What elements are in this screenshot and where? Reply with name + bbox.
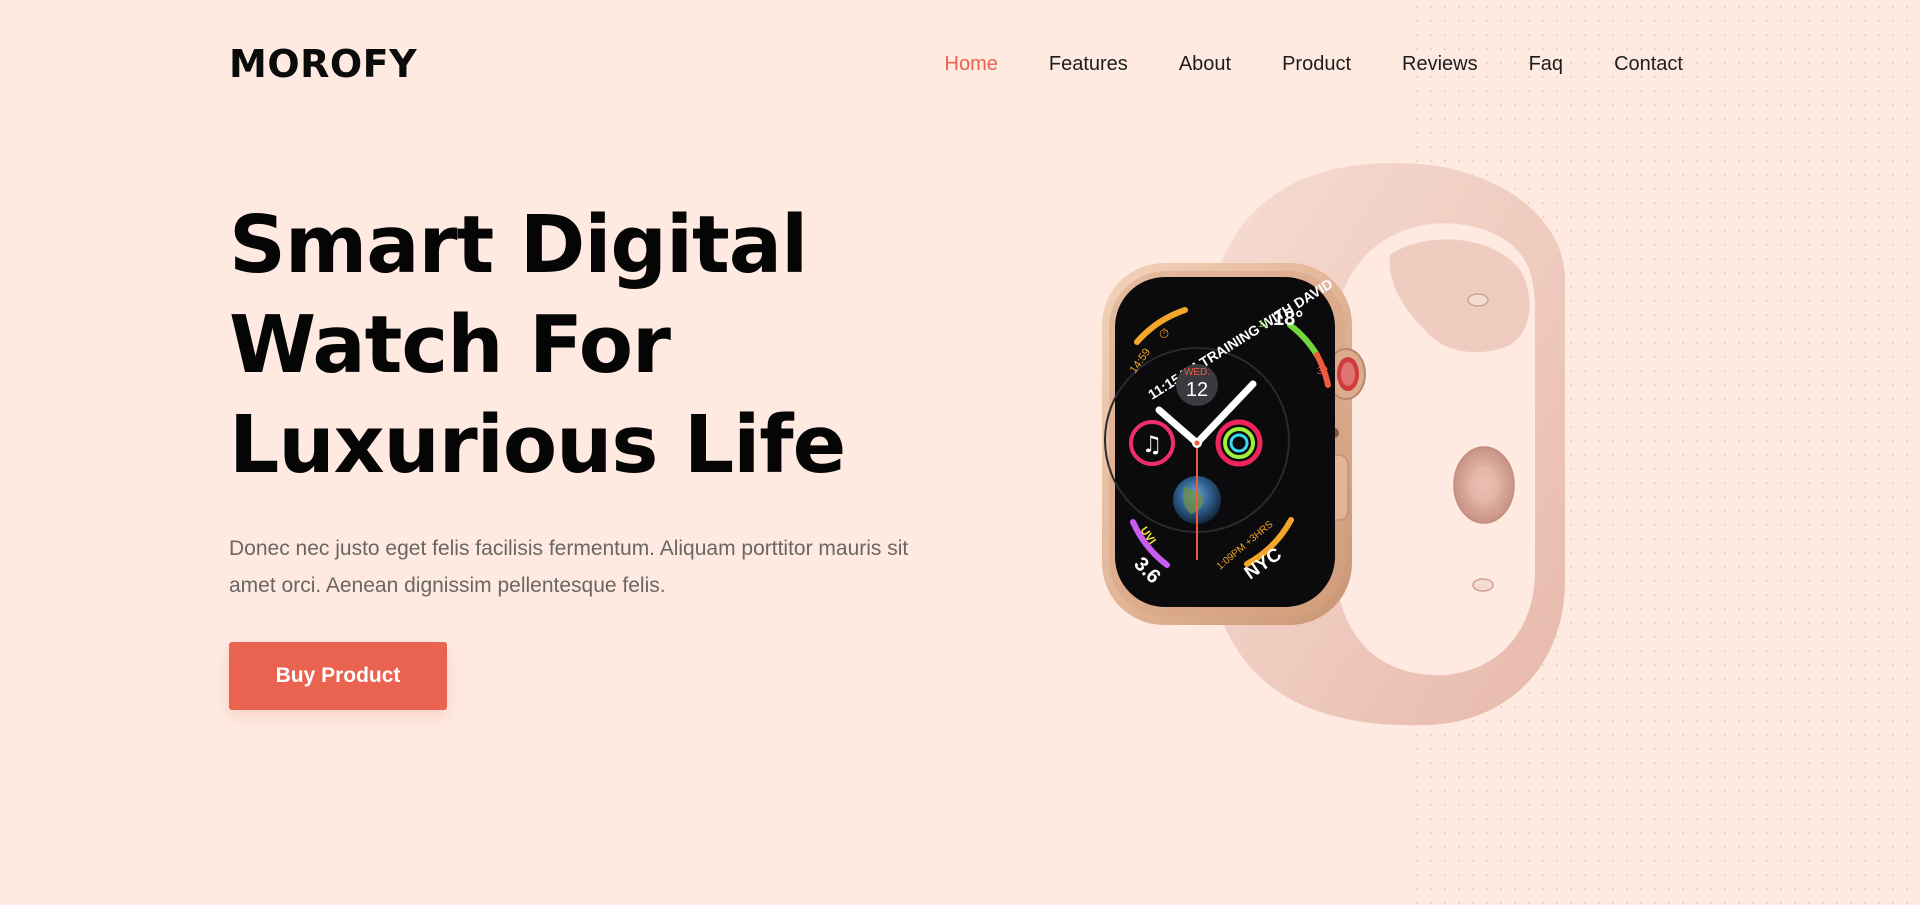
date-label: 12 — [1186, 379, 1208, 401]
hero-description: Donec nec justo eget felis facilisis fer… — [229, 537, 909, 597]
temperature-low: 11 — [1258, 319, 1269, 330]
nav-menu: Home Features About Product Reviews Faq … — [945, 53, 1683, 76]
nav-item-product[interactable]: Product — [1282, 53, 1351, 76]
temperature-complication: 18° — [1273, 308, 1303, 330]
nav-item-reviews[interactable]: Reviews — [1402, 53, 1478, 76]
nav-item-faq[interactable]: Faq — [1529, 53, 1563, 76]
hero-title-line-3: Luxurious Life — [229, 399, 846, 491]
day-label: WED. — [1184, 367, 1210, 378]
nav-item-features[interactable]: Features — [1049, 53, 1128, 76]
buy-product-button[interactable]: Buy Product — [229, 642, 447, 710]
timer-icon: ⏱ — [1159, 326, 1169, 341]
hero-title-line-2: Watch For — [229, 299, 671, 391]
hero-title-line-1: Smart Digital — [229, 199, 808, 291]
smartwatch-image: ⏱ 14:59 11:15AM TRAINING WITH DAVID 18° … — [1095, 160, 1575, 730]
music-note-icon: ♫ — [1129, 420, 1175, 466]
hero-title: Smart Digital Watch For Luxurious Life — [229, 195, 989, 495]
navbar: MOROFY Home Features About Product Revie… — [229, 36, 1683, 92]
svg-text:♫: ♫ — [1142, 432, 1163, 458]
nav-item-about[interactable]: About — [1179, 53, 1231, 76]
nav-item-contact[interactable]: Contact — [1614, 53, 1683, 76]
brand-logo[interactable]: MOROFY — [229, 42, 417, 86]
temperature-high: 32 — [1317, 366, 1329, 377]
nav-item-home[interactable]: Home — [945, 53, 998, 76]
